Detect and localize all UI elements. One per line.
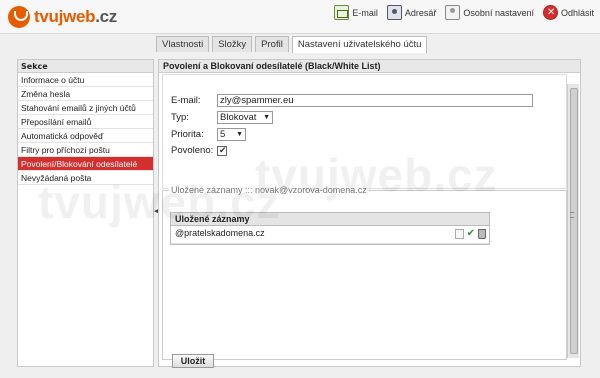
personal-settings-link[interactable]: Osobní nastavení [445, 5, 534, 20]
logout-icon [542, 5, 558, 20]
logout-link[interactable]: Odhlásit [542, 5, 594, 20]
logo-text: tvujweb [34, 7, 96, 26]
email-link-label: E-mail [352, 7, 378, 18]
email-link[interactable]: E-mail [334, 5, 378, 20]
logo-icon [8, 6, 30, 28]
tab-profile[interactable]: Profil [255, 36, 289, 52]
chevron-down-icon: ▼ [236, 131, 243, 138]
table-row[interactable]: @pratelskadomena.cz ✔ [171, 226, 489, 244]
priority-row: Priorita: 5 ▼ [171, 128, 246, 141]
type-label: Typ: [171, 112, 189, 123]
scrollbar-thumb[interactable] [570, 88, 578, 354]
enabled-row: Povoleno: [171, 145, 227, 156]
edit-icon[interactable] [454, 229, 464, 239]
person-icon [445, 5, 461, 20]
type-select[interactable]: Blokovat ▼ [217, 111, 273, 124]
saved-entries-legend: Uložené záznamy ::: novak@vzorova-domena… [169, 185, 369, 195]
entry-form: E-mail: zly@spammer.eu Typ: Blokovat ▼ P… [162, 74, 567, 189]
main-panel: Povolení a Blokovaní odesílatelé (Black/… [158, 59, 581, 368]
sidebar-item-filters[interactable]: Filtry pro příchozí poštu [18, 143, 153, 157]
sidebar-title: Sekce [18, 60, 153, 73]
sidebar: Sekce Informace o účtu Změna hesla Staho… [17, 59, 154, 367]
table-header: Uložené záznamy [171, 213, 489, 226]
tab-account-settings[interactable]: Nastavení uživatelského účtu [291, 36, 428, 53]
panel-title: Povolení a Blokovaní odesílatelé (Black/… [159, 60, 580, 73]
top-navigation: E-mail Adresář Osobní nastavení Odhlásit [334, 5, 594, 20]
saved-entries-fieldset: Uložené záznamy ::: novak@vzorova-domena… [162, 185, 567, 360]
addressbook-link[interactable]: Adresář [386, 5, 437, 20]
app-header: tvujweb.cz E-mail Adresář Osobní nastave… [0, 0, 600, 34]
sidebar-item-fetch-external[interactable]: Stahování emailů z jiných účtů [18, 101, 153, 115]
chevron-down-icon: ▼ [263, 114, 270, 121]
addressbook-icon [386, 5, 402, 20]
scrollbar[interactable] [567, 84, 579, 358]
sidebar-item-change-password[interactable]: Změna hesla [18, 87, 153, 101]
saved-entries-table: Uložené záznamy @pratelskadomena.cz ✔ [170, 212, 490, 245]
type-select-value: Blokovat [220, 112, 257, 123]
enabled-checkbox[interactable] [217, 145, 227, 156]
sidebar-item-junk[interactable]: Nevyžádaná pošta [18, 171, 153, 185]
priority-select[interactable]: 5 ▼ [217, 128, 246, 141]
tab-folders[interactable]: Složky [212, 36, 253, 52]
addressbook-link-label: Adresář [404, 7, 437, 18]
sidebar-item-autoreply[interactable]: Automatická odpověď [18, 129, 153, 143]
logo-tld: .cz [95, 7, 117, 26]
tab-properties[interactable]: Vlastnosti [156, 36, 210, 52]
mail-icon [334, 5, 350, 20]
sidebar-item-black-white-list[interactable]: Povolení/Blokování odesílatelé [18, 157, 153, 171]
type-row: Typ: Blokovat ▼ [171, 111, 273, 124]
logout-link-label: Odhlásit [560, 7, 594, 18]
save-button[interactable]: Uložit [172, 354, 214, 368]
logo[interactable]: tvujweb.cz [8, 4, 117, 30]
sidebar-item-account-info[interactable]: Informace o účtu [18, 73, 153, 87]
trash-icon[interactable] [478, 229, 486, 239]
table-row-value: @pratelskadomena.cz [175, 228, 265, 238]
scrollbar-grip-icon [570, 212, 574, 218]
email-row: E-mail: zly@spammer.eu [171, 94, 533, 107]
personal-settings-link-label: Osobní nastavení [463, 7, 534, 18]
priority-select-value: 5 [220, 129, 226, 140]
enabled-label: Povoleno: [171, 145, 214, 156]
email-label: E-mail: [171, 95, 201, 106]
email-input[interactable]: zly@spammer.eu [217, 94, 533, 107]
priority-label: Priorita: [171, 129, 204, 140]
settings-tabs: Vlastnosti Složky Profil Nastavení uživa… [156, 36, 428, 53]
checkmark-icon[interactable]: ✔ [467, 229, 475, 239]
sidebar-item-forwarding[interactable]: Přeposílání emailů [18, 115, 153, 129]
